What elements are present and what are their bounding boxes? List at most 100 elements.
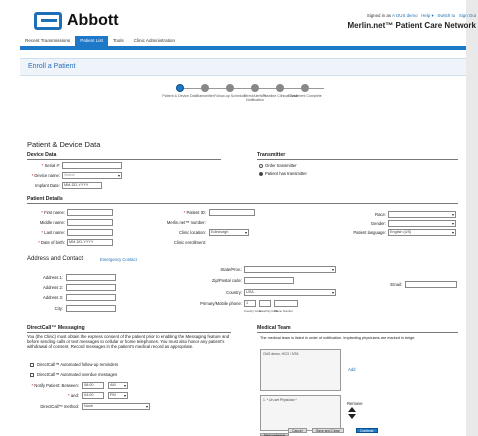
phone-area-code-input[interactable]	[259, 300, 271, 307]
reorder-arrows-icon[interactable]	[348, 407, 356, 419]
app-root: Abbott Signed in as A OUS demo Help ▾ Sw…	[0, 0, 478, 436]
network-title: Merlin.net™ Patient Care Network	[347, 21, 476, 30]
language-select[interactable]: English (US)	[388, 229, 456, 236]
tab-clinic-administration[interactable]: Clinic Administration	[129, 36, 180, 46]
patient-id-label: * Patient ID:	[183, 210, 206, 215]
checkbox-icon	[30, 362, 34, 367]
clinic-location-label: Clinic location:	[179, 230, 206, 235]
user-link[interactable]: A OUS demo	[392, 13, 418, 18]
address1-input[interactable]	[66, 274, 116, 281]
city-input[interactable]	[66, 305, 116, 312]
page-title-band: Enroll a Patient	[20, 58, 466, 76]
first-name-input[interactable]	[67, 209, 113, 216]
device-data-title: Device Data	[27, 152, 57, 158]
patient-details-title: Patient Details	[27, 196, 63, 202]
step-dot	[251, 84, 259, 92]
step-dot	[301, 84, 309, 92]
patient-device-title: Patient & Device Data	[27, 140, 101, 149]
address-title: Address and Contact	[27, 256, 84, 262]
race-select[interactable]	[388, 211, 456, 218]
sign-out-link[interactable]: Sign Out	[459, 13, 476, 18]
email-label: Email:	[390, 282, 402, 287]
signed-in-prefix: Signed in as	[366, 13, 391, 18]
clinic-enrollment-label: Clinic enrollment:	[173, 240, 206, 245]
phone-country-code-input[interactable]: 1	[244, 300, 256, 307]
cancel-button[interactable]: Cancel	[288, 428, 307, 433]
notify-between-label: * Notify Patient: Between:	[31, 383, 80, 388]
language-label: Patient language:	[353, 230, 386, 235]
medical-team-rule	[257, 332, 458, 333]
radio-on-icon	[259, 171, 263, 176]
state-select[interactable]	[244, 266, 336, 273]
available-physician-item[interactable]: OUS demo, HCO / NTA	[263, 352, 338, 356]
step-dot	[276, 84, 284, 92]
middle-name-label: Middle name:	[39, 220, 65, 225]
phone-number-input[interactable]	[274, 300, 298, 307]
clinic-location-select[interactable]: Edinburgh	[209, 229, 249, 236]
abbott-logo: Abbott	[34, 12, 119, 30]
method-select[interactable]: None	[82, 403, 150, 410]
state-label: State/Prov.:	[220, 267, 242, 272]
country-select[interactable]: USA	[244, 289, 336, 296]
medical-team-title: Medical Team	[257, 325, 291, 331]
device-name-label: * Device name:	[31, 173, 60, 178]
transmitter-title: Transmitter	[257, 152, 286, 158]
enrollment-stepper: Patient & Device Data Transmitter Follow…	[160, 84, 324, 114]
city-label: City:	[54, 306, 63, 311]
remove-physician-link[interactable]: Remove	[347, 401, 363, 406]
email-input[interactable]	[405, 281, 457, 288]
available-physicians-list[interactable]: OUS demo, HCO / NTA	[260, 349, 341, 391]
tab-patient-list[interactable]: Patient List	[75, 36, 108, 46]
address2-label: Address 2:	[42, 285, 63, 290]
patient-details-rule	[27, 203, 458, 204]
has-transmitter-radio[interactable]: Patient has transmitter	[259, 171, 307, 176]
dob-input[interactable]: MM-DD-YYYY	[67, 239, 113, 246]
country-label: Country:	[226, 290, 242, 295]
directcall-title: DirectCall™ Messaging	[27, 325, 85, 331]
continue-button[interactable]: Continue	[356, 428, 378, 433]
method-label: DirectCall™ method:	[40, 404, 79, 409]
address3-input[interactable]	[66, 294, 116, 301]
notify-from-ampm-select[interactable]: AM	[108, 382, 128, 389]
medical-team-intro: The medical team is listed in order of n…	[260, 336, 416, 340]
save-and-close-button[interactable]: Save and Close	[312, 428, 344, 433]
zip-input[interactable]	[244, 277, 294, 284]
directcall-consent-text: You (the Clinic) must obtain the express…	[27, 334, 230, 349]
step-complete: Enrollment Complete	[285, 84, 325, 98]
zip-label: Zip/Postal code:	[211, 278, 242, 283]
radio-off-icon	[259, 163, 263, 168]
serial-input[interactable]	[62, 162, 122, 169]
main-nav: Recent Transmissions Patient List Tools …	[20, 36, 180, 46]
middle-name-input[interactable]	[67, 219, 113, 226]
followup-reminders-checkbox[interactable]: DirectCall™ Automated follow-up reminder…	[30, 362, 118, 367]
merlin-number-label: Merlin.net™ number:	[166, 220, 206, 225]
implant-date-label: Implant Date:	[35, 183, 60, 188]
last-name-input[interactable]	[67, 229, 113, 236]
nav-underline	[20, 46, 466, 50]
tab-tools[interactable]: Tools	[108, 36, 129, 46]
checkbox-icon	[30, 372, 34, 377]
notify-to-ampm-select[interactable]: PM	[108, 392, 128, 399]
implant-date-input[interactable]: MM-DD-YYYY	[62, 182, 102, 189]
window-gutter	[466, 0, 478, 436]
add-physician-link[interactable]: Add	[348, 367, 355, 372]
step-label: Enrollment Complete	[288, 94, 322, 98]
notify-from-input[interactable]: 08:00	[82, 382, 104, 389]
overdue-messages-checkbox[interactable]: DirectCall™ Automated overdue messages	[30, 372, 117, 377]
emergency-contact-link[interactable]: Emergency Contact	[100, 257, 137, 262]
gender-select[interactable]	[388, 220, 456, 227]
switch-link[interactable]: Switch to	[437, 13, 455, 18]
step-dot	[176, 84, 184, 92]
order-transmitter-radio[interactable]: Order transmitter	[259, 163, 297, 168]
dob-label: * Date of birth:	[38, 240, 65, 245]
device-data-rule	[27, 159, 221, 160]
assigned-team-list[interactable]: 1. * Un-set Physician *	[260, 395, 341, 431]
directcall-rule	[27, 332, 231, 333]
assigned-physician-item[interactable]: 1. * Un-set Physician *	[263, 398, 338, 402]
device-name-select[interactable]: Select	[62, 172, 122, 179]
patient-id-input[interactable]	[209, 209, 255, 216]
tab-recent-transmissions[interactable]: Recent Transmissions	[20, 36, 75, 46]
notify-to-input[interactable]: 04:00	[82, 392, 104, 399]
address2-input[interactable]	[66, 284, 116, 291]
help-link[interactable]: Help ▾	[421, 13, 433, 18]
